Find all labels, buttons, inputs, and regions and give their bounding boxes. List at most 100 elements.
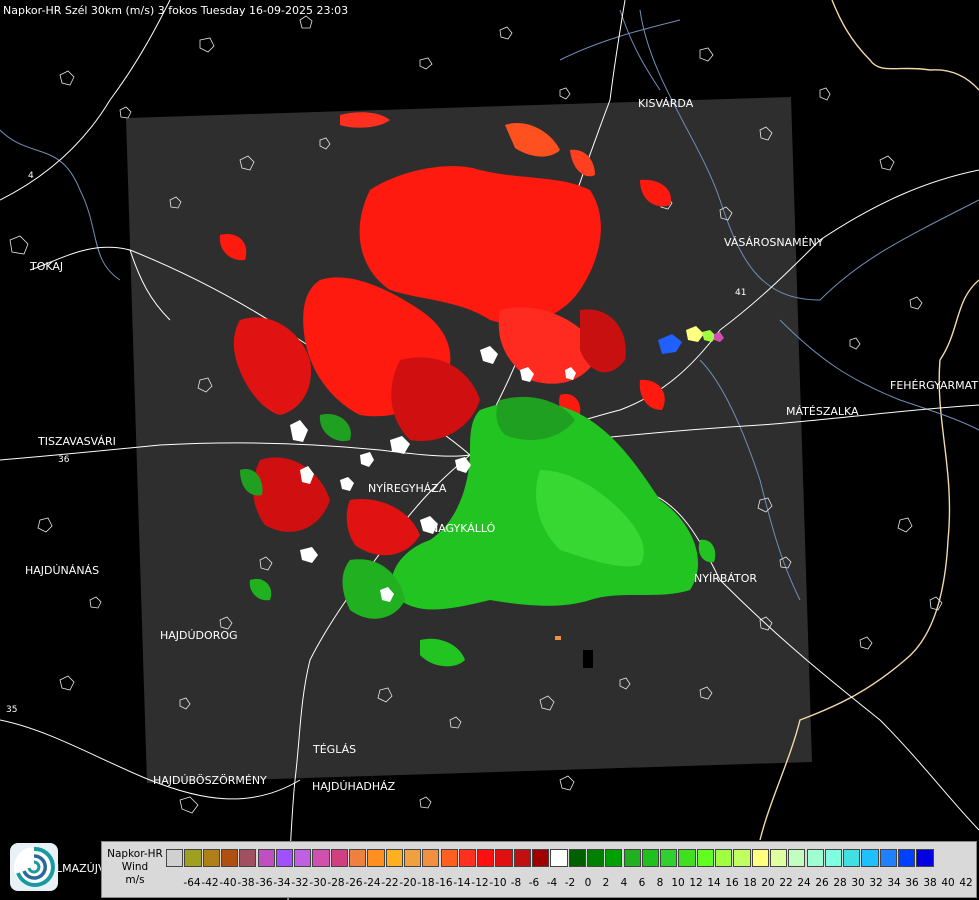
city-label: TISZAVASVÁRI bbox=[38, 435, 116, 448]
legend-label: -26 bbox=[345, 877, 363, 889]
road-number: 36 bbox=[58, 455, 70, 465]
legend-label: 2 bbox=[602, 877, 610, 889]
legend-swatch bbox=[166, 849, 184, 867]
legend-swatch bbox=[678, 849, 696, 867]
legend-label: 12 bbox=[689, 877, 703, 889]
legend-label: 18 bbox=[743, 877, 757, 889]
legend-label: 22 bbox=[779, 877, 793, 889]
legend-swatch bbox=[788, 849, 806, 867]
legend-label: -28 bbox=[327, 877, 345, 889]
legend-label: -2 bbox=[564, 877, 576, 889]
city-label: HAJDÚDOROG bbox=[160, 629, 238, 642]
legend-swatch bbox=[769, 849, 788, 867]
legend-label: 26 bbox=[815, 877, 829, 889]
napkor-logo bbox=[10, 843, 58, 891]
legend-label: -20 bbox=[399, 877, 417, 889]
road-number: 4 bbox=[28, 171, 34, 181]
legend-label: -18 bbox=[417, 877, 435, 889]
city-label: HAJDÚBÖSZÖRMÉNY bbox=[153, 774, 267, 787]
radar-map: 36 4 41 35 bbox=[0, 0, 979, 900]
city-label: TÉGLÁS bbox=[313, 743, 357, 756]
legend-swatch bbox=[202, 849, 220, 867]
wind-legend: Napkor-HR Wind m/s -64 -42 -40 -38 -36 -34 -32… bbox=[101, 841, 977, 898]
city-label: HAJDÚHADHÁZ bbox=[312, 780, 396, 793]
map-title: Napkor-HR Szél 30km (m/s) 3 fokos Tuesda… bbox=[3, 4, 349, 17]
legend-label: -36 bbox=[255, 877, 273, 889]
legend-label: 14 bbox=[707, 877, 721, 889]
legend-swatch bbox=[513, 849, 531, 867]
city-label: VÁSÁROSNAMÉNY bbox=[724, 236, 824, 249]
legend-label: -10 bbox=[489, 877, 507, 889]
legend-swatch bbox=[605, 849, 623, 867]
legend-label: 40 bbox=[941, 877, 955, 889]
legend-label: -16 bbox=[435, 877, 453, 889]
city-label: FEHÉRGYARMAT bbox=[890, 379, 979, 392]
legend-swatch bbox=[440, 849, 458, 867]
legend-title-line: Wind bbox=[121, 861, 149, 873]
city-label: HAJDÚNÁNÁS bbox=[25, 564, 100, 577]
legend-swatch bbox=[660, 849, 678, 867]
legend-label: 28 bbox=[833, 877, 847, 889]
radar-echo-speck bbox=[583, 650, 593, 668]
legend-label: -32 bbox=[291, 877, 309, 889]
legend-swatch bbox=[349, 849, 367, 867]
legend-label: -38 bbox=[237, 877, 255, 889]
legend-label: -8 bbox=[510, 877, 522, 889]
legend-swatch bbox=[367, 849, 385, 867]
city-label: NAGYKÁLLÓ bbox=[430, 522, 496, 535]
legend-swatch bbox=[751, 849, 769, 867]
radar-echo-speck bbox=[555, 636, 561, 640]
legend-swatch bbox=[550, 849, 568, 867]
legend-title-line: m/s bbox=[125, 874, 145, 886]
legend-label: 16 bbox=[725, 877, 739, 889]
legend-label: -6 bbox=[528, 877, 540, 889]
legend-label: -24 bbox=[363, 877, 381, 889]
city-label: TOKAJ bbox=[30, 260, 64, 273]
legend-label: 0 bbox=[584, 877, 592, 889]
legend-label: -40 bbox=[219, 877, 237, 889]
road-number: 35 bbox=[6, 705, 17, 715]
legend-swatch bbox=[879, 849, 897, 867]
legend-swatch bbox=[641, 849, 660, 867]
legend-label: -22 bbox=[381, 877, 399, 889]
legend-swatch bbox=[898, 849, 916, 867]
legend-label: -14 bbox=[453, 877, 471, 889]
legend-swatch bbox=[568, 849, 586, 867]
legend-swatch bbox=[532, 849, 550, 867]
legend-label: 32 bbox=[869, 877, 883, 889]
legend-label: 36 bbox=[905, 877, 919, 889]
legend-swatch bbox=[385, 849, 403, 867]
legend-swatch bbox=[330, 849, 348, 867]
legend-label: 42 bbox=[959, 877, 973, 889]
legend-title-line: Napkor-HR bbox=[107, 848, 163, 860]
legend-label: 20 bbox=[761, 877, 775, 889]
city-label: NYÍREGYHÁZA bbox=[368, 482, 447, 495]
legend-swatch bbox=[477, 849, 495, 867]
legend-swatch bbox=[843, 849, 861, 867]
legend-swatch bbox=[422, 849, 440, 867]
legend-swatch bbox=[184, 849, 202, 867]
legend-swatch bbox=[495, 849, 513, 867]
legend-label: -34 bbox=[273, 877, 291, 889]
legend-title: Napkor-HR Wind m/s bbox=[105, 848, 165, 887]
legend-label: -42 bbox=[201, 877, 219, 889]
legend-label: 34 bbox=[887, 877, 901, 889]
legend-label: 10 bbox=[671, 877, 685, 889]
napkor-swirl-logo-icon bbox=[14, 846, 55, 887]
city-label: KISVÁRDA bbox=[638, 97, 694, 110]
legend-swatch bbox=[275, 849, 294, 867]
legend-swatch bbox=[294, 849, 312, 867]
legend-label: 6 bbox=[638, 877, 646, 889]
city-label: MÁTÉSZALKA bbox=[786, 405, 859, 418]
legend-label: 30 bbox=[851, 877, 865, 889]
legend-label: 24 bbox=[797, 877, 811, 889]
legend-swatch bbox=[623, 849, 641, 867]
legend-swatch bbox=[403, 849, 422, 867]
city-label: NYÍRBÁTOR bbox=[694, 572, 758, 585]
legend-label: -12 bbox=[471, 877, 489, 889]
legend-swatch bbox=[916, 849, 934, 867]
legend-swatch bbox=[257, 849, 275, 867]
legend-label: 4 bbox=[620, 877, 628, 889]
legend-label: -4 bbox=[546, 877, 558, 889]
legend-swatch bbox=[824, 849, 843, 867]
